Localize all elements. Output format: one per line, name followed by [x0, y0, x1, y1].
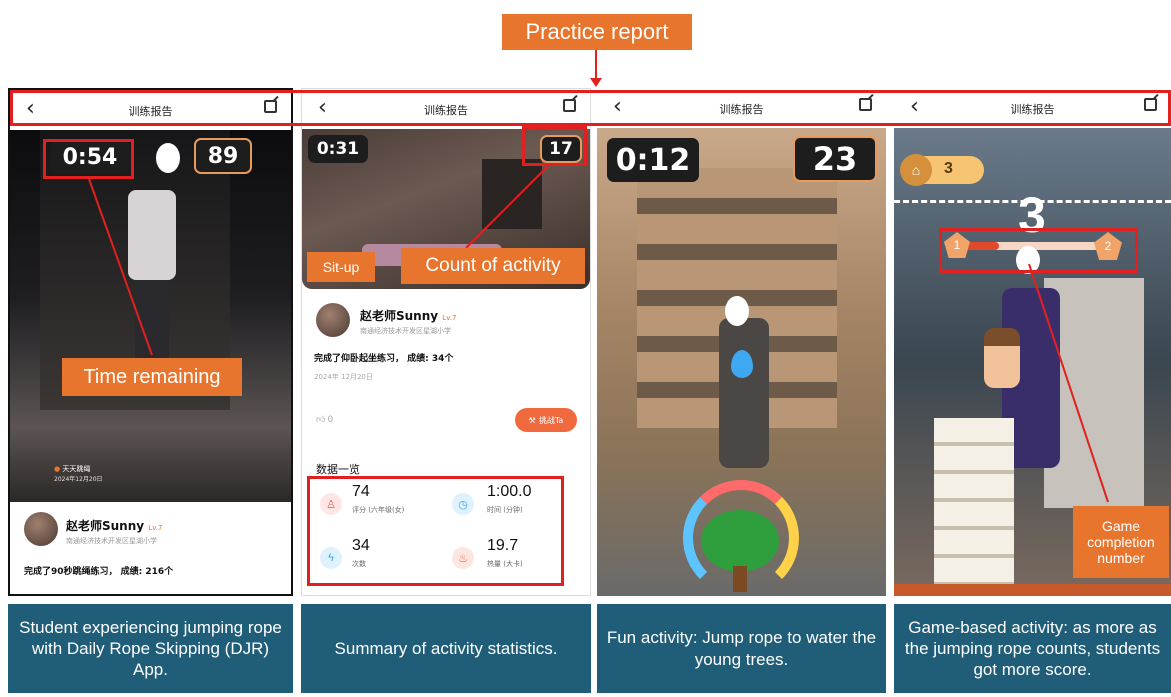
time-callout: Time remaining [62, 358, 242, 396]
panel1-face [156, 143, 180, 173]
tree-icon [701, 510, 779, 572]
panel3-video[interactable]: 0:12 23 [597, 128, 886, 596]
like-button[interactable]: 👍︎ 0 [316, 414, 333, 425]
panel4-floor [894, 584, 1171, 596]
cartoon-character [984, 328, 1020, 388]
water-drop-icon [731, 350, 753, 378]
challenge-icon: ⚒ [528, 415, 536, 425]
practice-report-arrow-head [590, 78, 602, 87]
user-name: 赵老师Sunny Lv.7 [66, 519, 163, 533]
app-brand: ● 天天跳绳 [54, 465, 91, 473]
practice-report-label: Practice report [525, 19, 669, 45]
school-name: 南通经济技术开发区星湖小学 [66, 537, 157, 545]
panel1-count: 89 [194, 138, 252, 174]
panel1-video[interactable]: 0:54 89 ● 天天跳绳 2024年12月20日 [10, 130, 291, 502]
coin-counter: ⌂ 3 [900, 154, 984, 186]
panel2-chair [482, 159, 542, 229]
caption-3: Fun activity: Jump rope to water the you… [597, 604, 886, 693]
stacked-blocks [934, 418, 1014, 588]
user-name: 赵老师Sunny Lv.7 [360, 309, 457, 323]
school-name: 南通经济技术开发区星湖小学 [360, 327, 451, 335]
stats-highlight [307, 476, 564, 586]
game-callout: Game completion number [1073, 506, 1169, 578]
result-text: 完成了仰卧起坐练习， 成绩: 34个 [314, 354, 454, 364]
panel3-timer: 0:12 [607, 138, 699, 182]
caption-4: Game-based activity: as more as the jump… [894, 604, 1171, 693]
tree-trunk [733, 566, 747, 592]
topbar-highlight [10, 90, 1171, 126]
caption-2: Summary of activity statistics. [301, 604, 591, 693]
watermark-date: 2024年12月20日 [54, 476, 103, 483]
panel1-watermark: ● 天天跳绳 2024年12月20日 [54, 464, 103, 483]
count-callout: Count of activity [401, 248, 585, 284]
challenge-button[interactable]: ⚒ 挑战Ta [515, 408, 577, 432]
panel3-count: 23 [793, 136, 877, 182]
panel3-person [719, 318, 769, 468]
practice-report-callout: Practice report [502, 14, 692, 50]
situp-callout: Sit-up [307, 252, 375, 282]
panel1-user-card: 赵老师Sunny Lv.7 南通经济技术开发区星湖小学 完成了90秒跳绳练习， … [10, 502, 291, 594]
thumbs-up-icon: 👍︎ [316, 414, 326, 424]
caption-1: Student experiencing jumping rope with D… [8, 604, 293, 693]
game-number-highlight [939, 228, 1138, 273]
coin-icon: ⌂ [900, 154, 932, 186]
panel1-person-body [128, 190, 176, 280]
panel2-timer: 0:31 [308, 135, 368, 163]
avatar [24, 512, 58, 546]
practice-report-arrow [595, 50, 597, 80]
avatar [316, 303, 350, 337]
coin-count: 3 [944, 160, 953, 177]
stats-section-title: 数据一览 [316, 463, 360, 476]
result-date: 2024年 12月20日 [314, 373, 373, 381]
count-highlight [522, 126, 587, 166]
timer-highlight [43, 139, 134, 179]
result-text: 完成了90秒跳绳练习， 成绩: 216个 [24, 567, 174, 577]
panel3-face [725, 296, 749, 326]
panel-watering-game: ‹ 训练报告 0:12 23 [597, 88, 886, 596]
